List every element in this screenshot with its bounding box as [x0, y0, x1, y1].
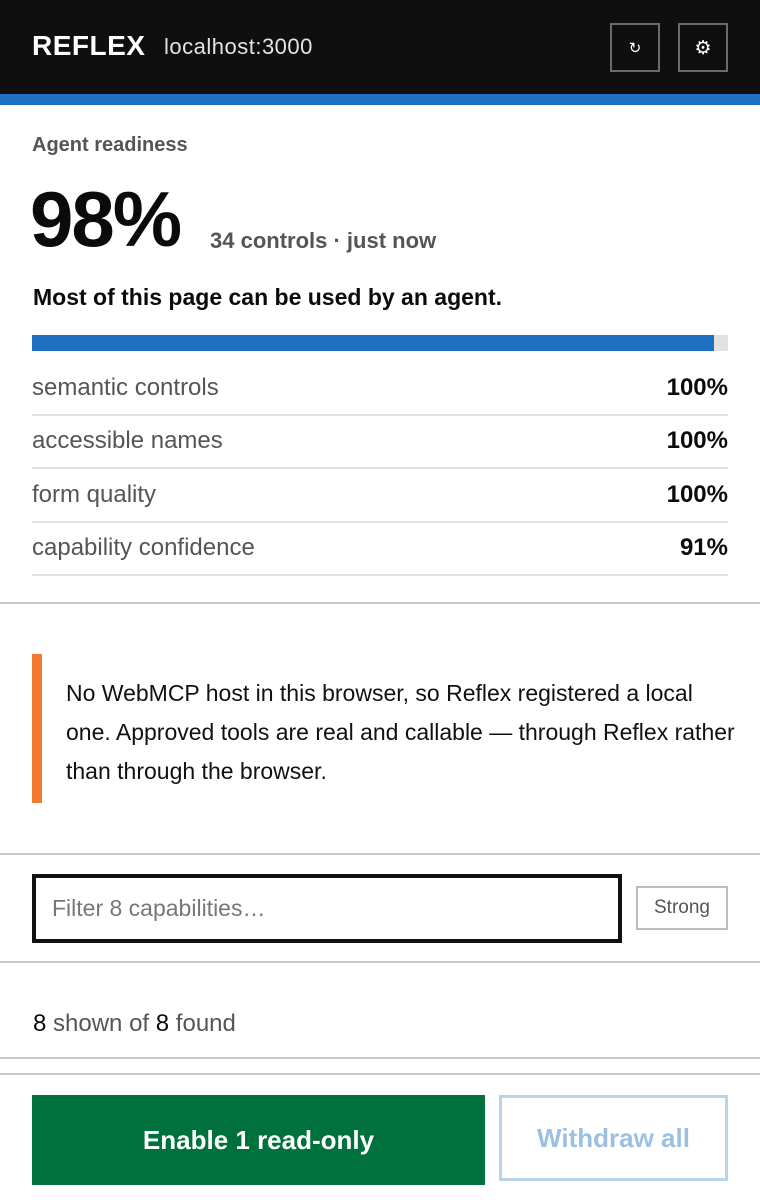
- shown-count: 8: [33, 1010, 47, 1037]
- accent-bar: [0, 94, 760, 105]
- capability-filter-input[interactable]: [32, 874, 622, 943]
- notice-text: No WebMCP host in this browser, so Refle…: [66, 680, 735, 784]
- gear-icon: ⚙: [694, 36, 712, 59]
- metric-value: 100%: [666, 427, 728, 455]
- metric-name: accessible names: [32, 427, 223, 455]
- section-divider: [0, 1073, 760, 1075]
- refresh-button[interactable]: ↻: [610, 23, 660, 72]
- metric-row: accessible names 100%: [32, 416, 728, 469]
- metric-value: 100%: [666, 373, 728, 401]
- metric-value: 100%: [666, 480, 728, 508]
- metric-name: form quality: [32, 480, 157, 508]
- capability-counts: 8 shown of 8 found: [33, 1010, 236, 1038]
- section-divider: [0, 602, 760, 604]
- readiness-score: 98%: [30, 175, 182, 263]
- progress-fill: [32, 335, 715, 351]
- found-count: 8: [155, 1010, 170, 1037]
- metric-name: capability confidence: [32, 534, 255, 562]
- refresh-icon: ↻: [628, 38, 642, 57]
- readiness-progress-bar: [32, 335, 728, 351]
- enable-read-only-button[interactable]: Enable 1 read-only: [32, 1095, 485, 1185]
- host-label: localhost:3000: [164, 34, 313, 59]
- metric-row: form quality 100%: [32, 469, 728, 523]
- strength-toggle-button[interactable]: Strong: [636, 886, 728, 930]
- section-divider: [0, 853, 760, 855]
- section-divider: [0, 1057, 760, 1059]
- settings-button[interactable]: ⚙: [678, 23, 728, 72]
- score-meta: 34 controls · just now: [210, 228, 437, 253]
- section-divider: [0, 961, 760, 963]
- metrics-list: semantic controls 100% accessible names …: [32, 362, 728, 576]
- top-bar: REFLEX localhost:3000 ↻ ⚙: [0, 0, 760, 94]
- withdraw-all-button[interactable]: Withdraw all: [499, 1095, 728, 1181]
- metric-name: semantic controls: [32, 373, 219, 401]
- webmcp-notice: No WebMCP host in this browser, so Refle…: [32, 654, 735, 803]
- section-label: Agent readiness: [32, 134, 188, 156]
- shown-label: shown of: [53, 1010, 150, 1037]
- metric-value: 91%: [679, 534, 728, 562]
- metric-row: capability confidence 91%: [32, 523, 728, 576]
- metric-row: semantic controls 100%: [32, 362, 728, 416]
- brand-logo: REFLEX: [32, 30, 146, 61]
- found-label: found: [175, 1010, 236, 1037]
- readiness-headline: Most of this page can be used by an agen…: [33, 284, 503, 310]
